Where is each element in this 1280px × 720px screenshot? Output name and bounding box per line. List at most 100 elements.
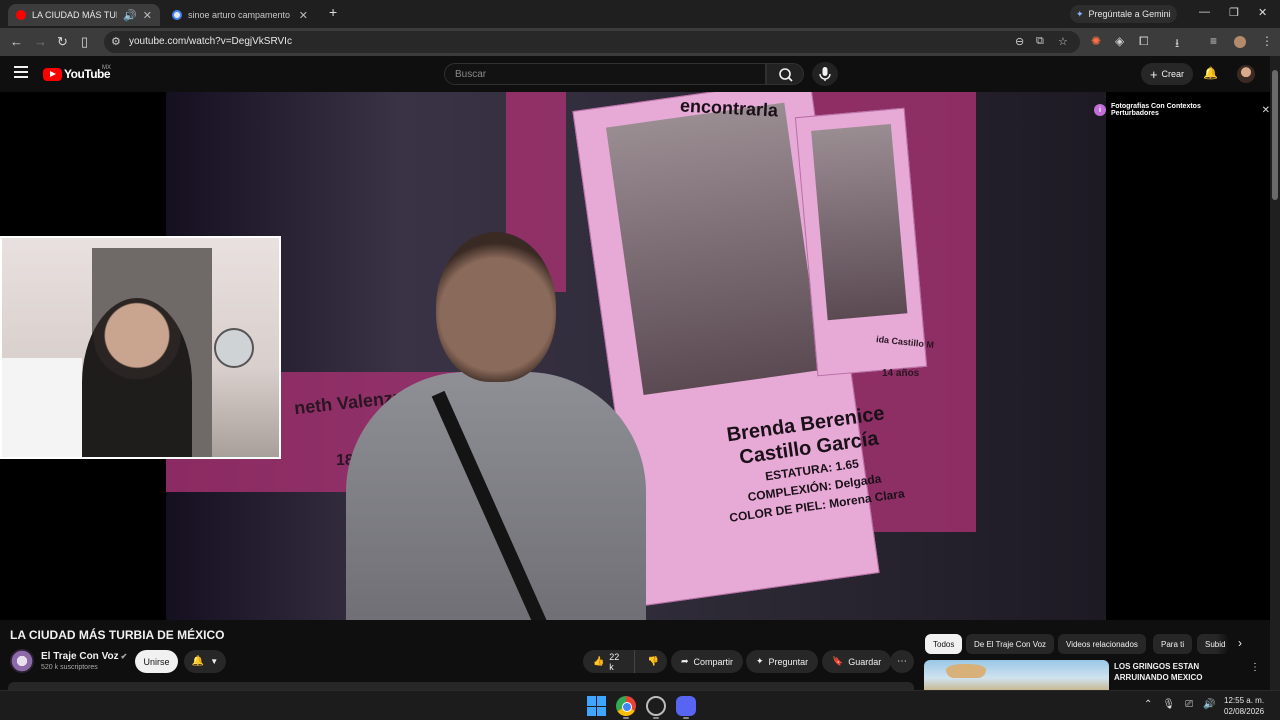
speaker-icon[interactable]: 🔊 [123, 9, 137, 22]
dislike-button[interactable]: 👎 [640, 656, 667, 667]
channel-name-row[interactable]: El Traje Con Voz ✔ [41, 651, 127, 662]
channel-name[interactable]: El Traje Con Voz [41, 651, 119, 662]
close-icon[interactable]: ✕ [1262, 105, 1270, 116]
notifications-bell-icon[interactable]: 🔔 [1203, 66, 1218, 80]
disclaimer-text: Fotografías Con Contextos Perturbadores [1111, 103, 1201, 117]
streamer-webcam-overlay [0, 236, 281, 459]
create-button[interactable]: + Crear [1141, 63, 1193, 85]
chrome-menu-icon[interactable]: ⋮ [1261, 34, 1273, 48]
poster-right-age: 14 años [882, 368, 920, 379]
cast-icon[interactable]: ⧉ [1036, 35, 1044, 48]
save-label: Guardar [848, 656, 882, 667]
running-indicator [623, 717, 629, 719]
search-button[interactable] [766, 63, 804, 85]
more-vertical-icon[interactable]: ⋮ [1250, 662, 1260, 673]
bookmark-icon: 🔖 [832, 656, 844, 666]
youtube-logo-icon[interactable] [43, 68, 62, 81]
profile-avatar[interactable] [1234, 36, 1246, 48]
extension-icon[interactable]: ✺ [1091, 34, 1101, 48]
video-player[interactable]: encontrarla Brenda Berenice Castillo Gar… [0, 92, 1270, 620]
channel-avatar[interactable] [10, 649, 34, 673]
microphone-tray-icon[interactable]: 🎙 [1162, 699, 1175, 710]
ask-button[interactable]: ✦ Preguntar [746, 650, 819, 673]
hamburger-menu-icon[interactable] [14, 66, 28, 78]
search-box[interactable] [444, 63, 766, 85]
ask-label: Preguntar [768, 656, 809, 667]
chevron-up-icon[interactable]: ⌃ [1144, 699, 1152, 710]
thumbs-down-icon: 👎 [647, 656, 659, 666]
bell-icon: 🔔 [191, 656, 205, 667]
system-tray: ⌃ 🎙 ⎚ 🔊 [1144, 699, 1216, 710]
bookmark-star-icon[interactable]: ☆ [1058, 35, 1068, 48]
chevron-right-icon[interactable]: › [1238, 636, 1242, 650]
volume-icon[interactable]: 🔊 [1203, 699, 1215, 710]
app-taskbar-icon[interactable] [646, 696, 666, 716]
new-tab-button[interactable]: + [329, 4, 337, 20]
media-control-icon[interactable]: ≡ [1210, 34, 1217, 48]
restore-icon[interactable]: ❐ [1229, 6, 1239, 19]
site-info-icon[interactable]: ⚙ [111, 35, 121, 48]
woman-holding-poster [336, 232, 656, 620]
webcam-shelf [2, 358, 82, 457]
minimize-icon[interactable]: — [1199, 6, 1210, 18]
system-clock[interactable]: 12:55 a. m. 02/08/2026 [1224, 695, 1264, 717]
chip-related[interactable]: Videos relacionados [1058, 634, 1146, 654]
join-button[interactable]: Unirse [135, 650, 178, 673]
clock-date: 02/08/2026 [1224, 707, 1265, 716]
more-horizontal-icon: ⋯ [897, 656, 907, 667]
chevron-down-icon: ▼ [210, 657, 219, 666]
description-box[interactable] [8, 682, 914, 690]
close-tab-icon[interactable]: ✕ [299, 9, 308, 22]
extensions-puzzle-icon[interactable]: ⧠ [1139, 34, 1149, 49]
network-icon[interactable]: ⎚ [1185, 699, 1193, 710]
google-favicon-icon [172, 10, 182, 20]
chip-from-channel[interactable]: De El Traje Con Voz [966, 634, 1055, 654]
chip-for-you[interactable]: Para ti [1153, 634, 1193, 654]
subscriber-count: 520 k suscriptores [41, 664, 98, 671]
chrome-taskbar-icon[interactable] [616, 696, 636, 716]
tab-title: sinoe arturo campamento - Bus [188, 10, 293, 20]
create-label: Crear [1161, 69, 1185, 79]
browser-tab-active[interactable]: LA CIUDAD MÁS TURBIA DE 🔊 ✕ [8, 4, 160, 26]
chip-uploaded[interactable]: Subid [1197, 634, 1229, 654]
like-button[interactable]: 👍 22 k [583, 650, 635, 673]
running-indicator [653, 717, 659, 719]
scrollbar-thumb[interactable] [1272, 70, 1278, 200]
browser-tab[interactable]: sinoe arturo campamento - Bus ✕ [164, 4, 316, 26]
verified-icon: ✔ [120, 652, 128, 661]
search-input[interactable] [455, 67, 755, 81]
browser-toolbar: ← → ↻ ▯ ⚙ youtube.com/watch?v=DegjVkSRVI… [0, 28, 1280, 56]
search-icon [779, 68, 793, 82]
recommended-video-thumbnail[interactable] [924, 660, 1109, 690]
share-button[interactable]: ➦ Compartir [671, 650, 744, 673]
sidepanel-icon[interactable]: ▯ [81, 34, 88, 50]
url-text[interactable]: youtube.com/watch?v=DegjVkSRVIc [129, 36, 292, 47]
gemini-button[interactable]: ✦ Pregúntale a Gemini [1070, 5, 1177, 23]
download-icon[interactable]: ⭳ [1175, 34, 1179, 55]
running-indicator [683, 717, 689, 719]
thumbnail-figure [946, 664, 986, 678]
voice-search-button[interactable] [812, 62, 838, 86]
disclaimer-icon: i [1094, 104, 1106, 116]
youtube-favicon-icon [16, 10, 26, 20]
extension-icon[interactable]: ◈ [1115, 34, 1124, 48]
sparkle-icon: ✦ [756, 656, 764, 666]
close-window-icon[interactable]: ✕ [1258, 6, 1267, 19]
subscription-bell-button[interactable]: 🔔 ▼ [184, 650, 226, 673]
recommended-video-title[interactable]: LOS GRINGOS ESTAN ARRUINANDO MEXICO [1114, 661, 1244, 683]
chip-all[interactable]: Todos [925, 634, 963, 654]
back-icon[interactable]: ← [10, 34, 23, 49]
account-avatar[interactable] [1237, 65, 1255, 83]
discord-taskbar-icon[interactable] [676, 696, 696, 716]
save-button[interactable]: 🔖 Guardar [822, 650, 892, 673]
forward-icon[interactable]: → [34, 34, 47, 49]
clock-time: 12:55 a. m. [1224, 696, 1265, 705]
zoom-icon[interactable]: ⊖ [1015, 35, 1024, 48]
address-bar[interactable]: ⚙ youtube.com/watch?v=DegjVkSRVIc ⊖ ⧉ ☆ [104, 31, 1080, 53]
reload-icon[interactable]: ↻ [57, 34, 68, 50]
like-dislike-group: 👍 22 k 👎 [583, 650, 667, 673]
windows-start-icon[interactable] [587, 696, 607, 716]
more-actions-button[interactable]: ⋯ [890, 650, 914, 673]
close-tab-icon[interactable]: ✕ [143, 9, 152, 22]
page-scrollbar[interactable] [1270, 56, 1280, 690]
